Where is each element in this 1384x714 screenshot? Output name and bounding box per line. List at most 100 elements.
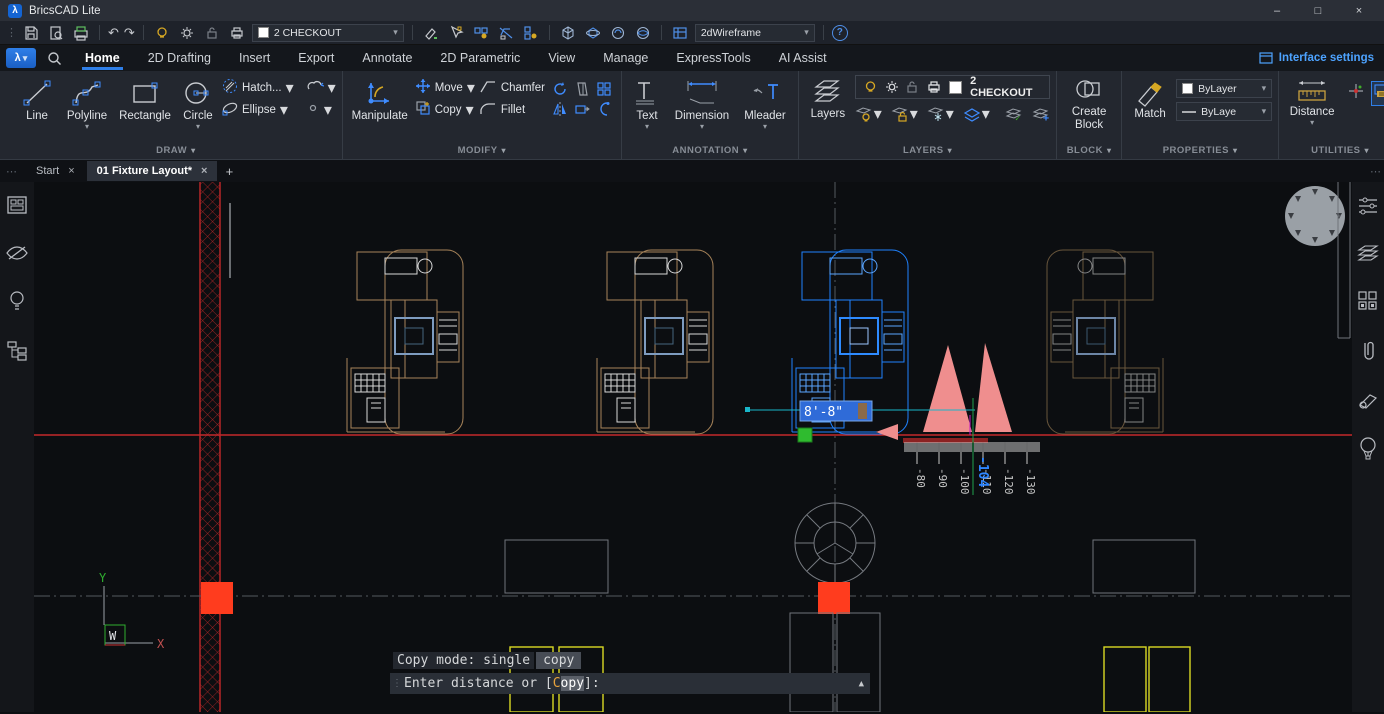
sun-icon[interactable] <box>885 80 899 94</box>
hatch-icon[interactable] <box>222 78 238 99</box>
revcloud-icon[interactable] <box>306 79 324 98</box>
stretch-icon[interactable] <box>574 101 590 122</box>
create-block-button[interactable]: Create Block <box>1063 75 1115 131</box>
current-layer-box[interactable]: 2 CHECKOUT <box>855 75 1050 99</box>
tab-expresstools[interactable]: ExpressTools <box>663 45 763 71</box>
drawing-canvas[interactable]: -80 -90 -100 -110 -120 -130 -104 <box>34 182 1352 712</box>
round-column-plan[interactable] <box>1285 182 1350 338</box>
help-icon[interactable]: ? <box>832 25 848 41</box>
close-icon[interactable]: × <box>68 165 74 177</box>
command-input[interactable]: ⋮ Enter distance or [Copy]: ▲ <box>390 673 870 694</box>
layer-sun-icon[interactable] <box>177 23 197 42</box>
command-grip[interactable]: ⋮ <box>392 678 400 689</box>
isolate-objects-icon[interactable] <box>471 23 491 42</box>
save-icon[interactable] <box>21 23 41 42</box>
quick-calc-icon[interactable] <box>1371 81 1384 106</box>
blocks-panel-icon[interactable] <box>1357 290 1379 317</box>
command-option-rest[interactable]: opy <box>561 676 584 691</box>
tab-export[interactable]: Export <box>285 45 347 71</box>
layer-select[interactable]: 2 CHECKOUT ▾ <box>252 24 404 42</box>
panel-caption-draw[interactable]: DRAW▾ <box>16 142 336 159</box>
command-option-key[interactable]: C <box>553 676 561 691</box>
chevron-down-icon[interactable]: ▾ <box>466 100 474 120</box>
properties-panel-icon[interactable] <box>1357 196 1379 221</box>
layer-states-button[interactable]: ✓ <box>1005 107 1023 122</box>
selection-tools-icon[interactable] <box>446 23 466 42</box>
minimize-button[interactable]: – <box>1260 5 1294 17</box>
match-props-icon[interactable] <box>421 23 441 42</box>
polyline-button[interactable]: Polyline▾ <box>62 75 112 131</box>
column-marker-center[interactable] <box>818 582 850 614</box>
panel-caption-block[interactable]: BLOCK▾ <box>1063 142 1115 159</box>
tab-manage[interactable]: Manage <box>590 45 661 71</box>
hide-objects-icon[interactable] <box>496 23 516 42</box>
panel-caption-properties[interactable]: PROPERTIES▾ <box>1128 142 1272 159</box>
tab-2d-drafting[interactable]: 2D Drafting <box>135 45 224 71</box>
tab-ai-assist[interactable]: AI Assist <box>766 45 840 71</box>
tab-home[interactable]: Home <box>72 45 133 71</box>
layer-color-swatch[interactable] <box>949 81 962 94</box>
print-icon[interactable] <box>71 23 91 42</box>
line-button[interactable]: Line <box>16 75 58 131</box>
chevron-down-icon[interactable]: ▾ <box>874 104 882 124</box>
new-tab-button[interactable]: + <box>219 164 239 179</box>
chevron-down-icon[interactable]: ▾ <box>328 78 336 98</box>
application-menu-button[interactable]: λ ▾ <box>6 48 36 68</box>
id-point-icon[interactable] <box>1347 82 1365 105</box>
hotair-balloon-icon[interactable] <box>1358 437 1378 466</box>
panel-caption-utilities[interactable]: UTILITIES▾ <box>1285 142 1384 159</box>
structure-tree-icon[interactable] <box>6 339 28 366</box>
tab-insert[interactable]: Insert <box>226 45 283 71</box>
maximize-button[interactable]: □ <box>1301 5 1335 17</box>
copy-icon[interactable] <box>415 100 431 121</box>
panels-icon[interactable] <box>6 194 28 221</box>
text-button[interactable]: Text▾ <box>628 75 666 131</box>
circle-button[interactable]: Circle▾ <box>178 75 218 131</box>
chevron-down-icon[interactable]: ▾ <box>467 78 475 98</box>
doc-tab-fixture-layout[interactable]: 01 Fixture Layout* × <box>87 161 218 181</box>
rectangle-button[interactable]: Rectangle <box>116 75 174 131</box>
column-marker-left[interactable] <box>201 582 233 614</box>
panel-caption-modify[interactable]: MODIFY▾ <box>349 142 615 159</box>
checkout-fixture-4[interactable] <box>1047 250 1163 434</box>
toolbar-grip[interactable]: ⋮ <box>6 26 16 39</box>
preview-icon[interactable] <box>46 23 66 42</box>
chevron-down-icon[interactable]: ▾ <box>280 100 288 120</box>
layer-off-button[interactable]: ▾ <box>855 104 882 124</box>
panel-caption-layers[interactable]: LAYERS▾ <box>805 142 1050 159</box>
manipulate-button[interactable]: Manipulate <box>349 75 411 122</box>
pink-arrow[interactable] <box>876 424 898 440</box>
look-from-icon[interactable] <box>608 23 628 42</box>
redo-icon[interactable]: ↷ <box>124 26 135 39</box>
dynamic-input-box[interactable]: 8'-8" <box>800 401 872 421</box>
render-sphere-icon[interactable] <box>633 23 653 42</box>
view-cube-icon[interactable] <box>558 23 578 42</box>
pink-triangle-1[interactable] <box>923 345 972 432</box>
move-icon[interactable] <box>415 78 431 99</box>
layer-print-icon[interactable] <box>227 23 247 42</box>
sheet-set-icon[interactable] <box>1357 390 1379 415</box>
layers-panel-icon[interactable] <box>1356 243 1380 268</box>
chevron-down-icon[interactable]: ▾ <box>982 104 990 124</box>
attachments-icon[interactable] <box>1359 339 1377 368</box>
mirror-icon[interactable] <box>552 101 568 122</box>
tips-bulb-icon[interactable] <box>7 290 27 317</box>
checkout-fixture-2[interactable] <box>597 250 713 434</box>
search-icon[interactable] <box>44 49 64 68</box>
chevron-down-icon[interactable]: ▾ <box>324 100 332 120</box>
rotate-icon[interactable] <box>552 81 568 102</box>
tab-view[interactable]: View <box>535 45 588 71</box>
ellipse-icon[interactable] <box>222 100 238 121</box>
selection-grip[interactable] <box>798 428 812 442</box>
trim-icon[interactable] <box>596 101 612 122</box>
printer-icon[interactable] <box>927 80 941 94</box>
command-expand-icon[interactable]: ▲ <box>859 679 864 689</box>
layer-on-icon[interactable] <box>152 23 172 42</box>
bulb-on-icon[interactable] <box>864 80 877 94</box>
visual-style-icon[interactable] <box>670 23 690 42</box>
tabbar-overflow[interactable]: ⋯ <box>1370 165 1380 178</box>
interface-settings-button[interactable]: Interface settings <box>1259 52 1378 64</box>
close-button[interactable]: × <box>1342 5 1376 17</box>
dimension-button[interactable]: Dimension▾ <box>670 75 734 131</box>
visual-style-select[interactable]: 2dWireframe ▾ <box>695 24 815 42</box>
